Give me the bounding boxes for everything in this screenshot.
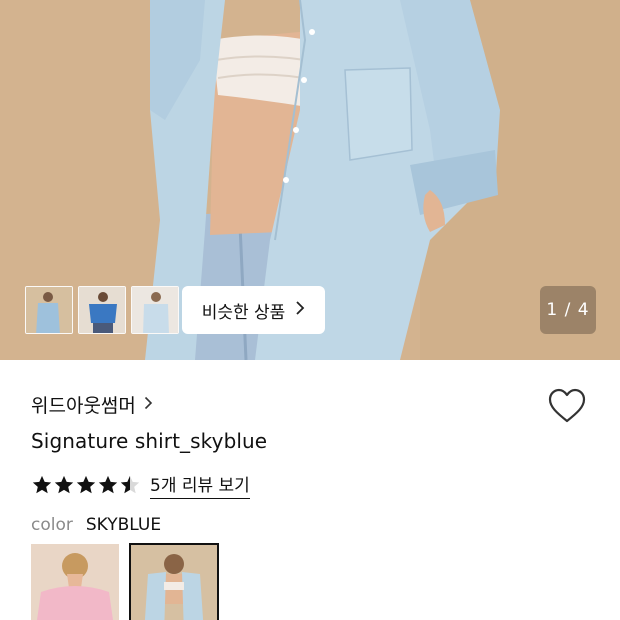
heart-icon[interactable] xyxy=(548,388,586,428)
chevron-right-icon xyxy=(295,300,305,320)
star-icon xyxy=(98,475,118,494)
thumbnail-1[interactable] xyxy=(25,286,73,334)
star-icon xyxy=(54,475,74,494)
color-option-row: color SKYBLUE xyxy=(31,515,161,535)
similar-products-label: 비슷한 상품 xyxy=(201,302,286,323)
swatch-skyblue[interactable] xyxy=(129,543,219,620)
brand-link[interactable]: 위드아웃썸머 xyxy=(31,391,153,418)
star-icon xyxy=(76,475,96,494)
swatch-pink[interactable] xyxy=(31,544,119,620)
color-label: color xyxy=(31,515,73,535)
image-counter: 1 / 4 xyxy=(540,286,596,334)
color-value: SKYBLUE xyxy=(85,515,162,535)
rating-row: 5개 리뷰 보기 xyxy=(31,471,250,499)
similar-products-button[interactable]: 비슷한 상품 xyxy=(182,286,325,334)
star-rating xyxy=(31,474,141,496)
review-link[interactable]: 5개 리뷰 보기 xyxy=(150,471,250,499)
thumbnail-2[interactable] xyxy=(78,286,126,334)
thumbnail-strip xyxy=(25,286,179,334)
product-title: Signature shirt_skyblue xyxy=(31,429,268,453)
color-swatches xyxy=(31,543,219,620)
thumbnail-3[interactable] xyxy=(131,286,179,334)
brand-name: 위드아웃썸머 xyxy=(31,395,136,417)
product-image-gallery[interactable]: 비슷한 상품 1 / 4 xyxy=(0,0,620,360)
star-half-icon xyxy=(120,475,140,494)
star-icon xyxy=(32,475,52,494)
chevron-right-icon xyxy=(144,394,153,415)
